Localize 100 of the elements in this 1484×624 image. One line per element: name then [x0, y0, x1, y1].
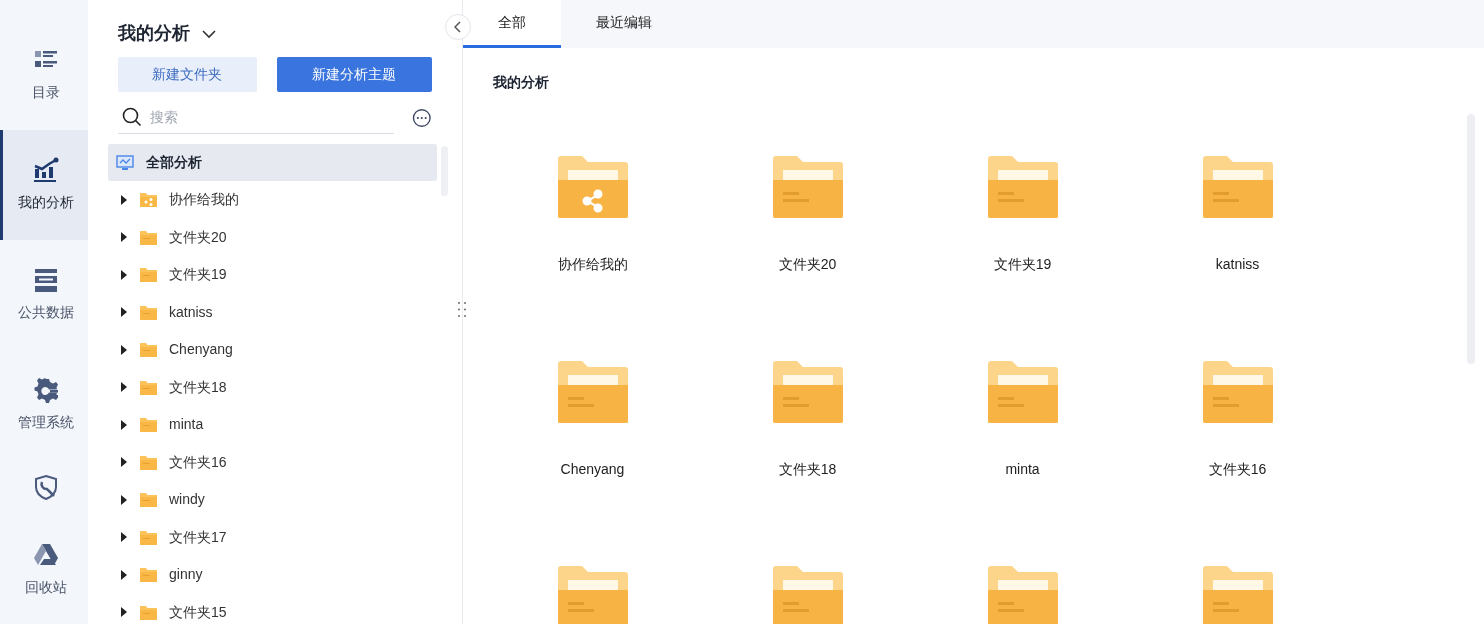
- tree-item[interactable]: 文件夹15: [108, 593, 437, 624]
- folder-name: 文件夹20: [778, 255, 837, 274]
- folder-icon: [987, 156, 1058, 218]
- caret-right-icon[interactable]: [120, 194, 128, 205]
- nav-item[interactable]: 回收站: [0, 514, 88, 624]
- caret-right-icon[interactable]: [120, 382, 128, 393]
- tree-item[interactable]: katniss: [108, 293, 437, 331]
- nav-item[interactable]: 目录: [0, 20, 88, 130]
- caret-right-icon[interactable]: [120, 569, 128, 580]
- folder-icon: [557, 361, 628, 423]
- more-icon[interactable]: [412, 107, 432, 128]
- monitor-icon: [116, 154, 134, 171]
- tree-item[interactable]: minta: [108, 406, 437, 444]
- tree-item[interactable]: Chenyang: [108, 331, 437, 369]
- folder-icon: [987, 361, 1058, 423]
- tree-label: Chenyang: [169, 340, 233, 360]
- caret-right-icon[interactable]: [120, 494, 128, 505]
- tree-label: ginny: [169, 565, 203, 585]
- folder-icon: [140, 267, 157, 283]
- folder-icon: [140, 304, 157, 320]
- tree-item[interactable]: 协作给我的: [108, 181, 437, 219]
- folder-tile[interactable]: Chenyang: [485, 361, 700, 480]
- tree-item[interactable]: windy: [108, 481, 437, 519]
- tree-root-item[interactable]: 全部分析: [108, 144, 437, 181]
- nav-item[interactable]: 我的分析: [0, 129, 88, 240]
- folder-icon: [987, 566, 1058, 624]
- folder-icon: [140, 342, 157, 358]
- search-field[interactable]: 搜索: [150, 106, 350, 128]
- tab[interactable]: 全部: [463, 0, 561, 48]
- tree-item[interactable]: 文件夹16: [108, 443, 437, 481]
- new-topic-button[interactable]: 新建分析主题: [276, 57, 432, 92]
- caret-right-icon[interactable]: [120, 269, 128, 280]
- tree-label: 文件夹16: [169, 452, 227, 472]
- new-folder-button[interactable]: 新建文件夹: [118, 57, 257, 92]
- tree-item[interactable]: 文件夹18: [108, 368, 437, 406]
- folder-icon: [140, 229, 157, 245]
- tree-label: minta: [169, 415, 204, 435]
- folder-icon: [140, 379, 157, 395]
- nav-item[interactable]: 公共数据: [0, 239, 88, 350]
- folder-icon: [140, 529, 157, 545]
- tab[interactable]: 最近编辑: [561, 0, 687, 48]
- collapse-button[interactable]: [445, 14, 471, 40]
- folder-tile[interactable]: 文件夹18: [700, 361, 915, 480]
- tree-item[interactable]: ginny: [108, 556, 437, 594]
- folder-icon: [557, 566, 628, 624]
- shared-folder-icon: [557, 156, 628, 218]
- folder-name: 文件夹16: [1208, 460, 1267, 479]
- tree-label: 协作给我的: [169, 190, 239, 210]
- folder-name: Chenyang: [560, 460, 625, 479]
- folder-tile[interactable]: 协作给我的: [485, 156, 700, 275]
- folder-name: 文件夹19: [993, 255, 1052, 274]
- shared-folder-icon: [140, 192, 157, 208]
- folder-tile[interactable]: minta: [915, 361, 1130, 480]
- chart-icon: [31, 156, 60, 185]
- nav-item[interactable]: 管理系统: [0, 349, 88, 460]
- drag-handle-icon[interactable]: [457, 301, 467, 318]
- folder-tile[interactable]: 文件夹19: [915, 156, 1130, 275]
- folder-tile[interactable]: katniss: [1130, 156, 1345, 275]
- folder-icon: [140, 492, 157, 508]
- folder-icon: [140, 454, 157, 470]
- tree-item[interactable]: 文件夹17: [108, 518, 437, 556]
- caret-right-icon[interactable]: [120, 532, 128, 543]
- tree-item[interactable]: 文件夹19: [108, 256, 437, 294]
- tree-label: katniss: [169, 302, 213, 322]
- caret-right-icon[interactable]: [120, 232, 128, 243]
- tree-label: 文件夹17: [169, 527, 227, 547]
- tree-label: 文件夹20: [169, 227, 227, 247]
- tree-label: 文件夹18: [169, 377, 227, 397]
- nav-label: 我的分析: [17, 193, 74, 213]
- folder-icon: [1202, 566, 1273, 624]
- folder-tile[interactable]: 文件夹20: [700, 156, 915, 275]
- folder-name: 文件夹18: [778, 460, 837, 479]
- folder-tile[interactable]: 文件夹16: [1130, 361, 1345, 480]
- folder-icon: [1202, 361, 1273, 423]
- folder-name: katniss: [1215, 255, 1260, 274]
- sidebar-title: 我的分析: [118, 22, 190, 45]
- chevron-down-icon[interactable]: [202, 28, 216, 39]
- search-icon: [122, 107, 142, 127]
- caret-right-icon[interactable]: [120, 419, 128, 430]
- folder-name: 协作给我的: [557, 255, 628, 274]
- caret-right-icon[interactable]: [120, 607, 128, 618]
- folder-icon: [772, 156, 843, 218]
- chevron-left-icon: [454, 21, 462, 33]
- caret-right-icon[interactable]: [120, 344, 128, 355]
- nav-label: 公共数据: [17, 303, 74, 323]
- tree-label: 全部分析: [146, 153, 202, 172]
- caret-right-icon[interactable]: [120, 457, 128, 468]
- tree-label: windy: [169, 490, 205, 510]
- nav-label: 回收站: [24, 577, 67, 597]
- nav-label: 管理系统: [17, 412, 74, 432]
- section-heading: 我的分析: [493, 74, 549, 90]
- folder-icon: [772, 361, 843, 423]
- folder-name: minta: [1005, 460, 1040, 479]
- folder-icon: [140, 567, 157, 583]
- tree-item[interactable]: 文件夹20: [108, 218, 437, 256]
- nav-label: 目录: [31, 83, 60, 103]
- folder-icon: [140, 417, 157, 433]
- folder-icon: [1202, 156, 1273, 218]
- tree-label: 文件夹15: [169, 602, 227, 622]
- caret-right-icon[interactable]: [120, 307, 128, 318]
